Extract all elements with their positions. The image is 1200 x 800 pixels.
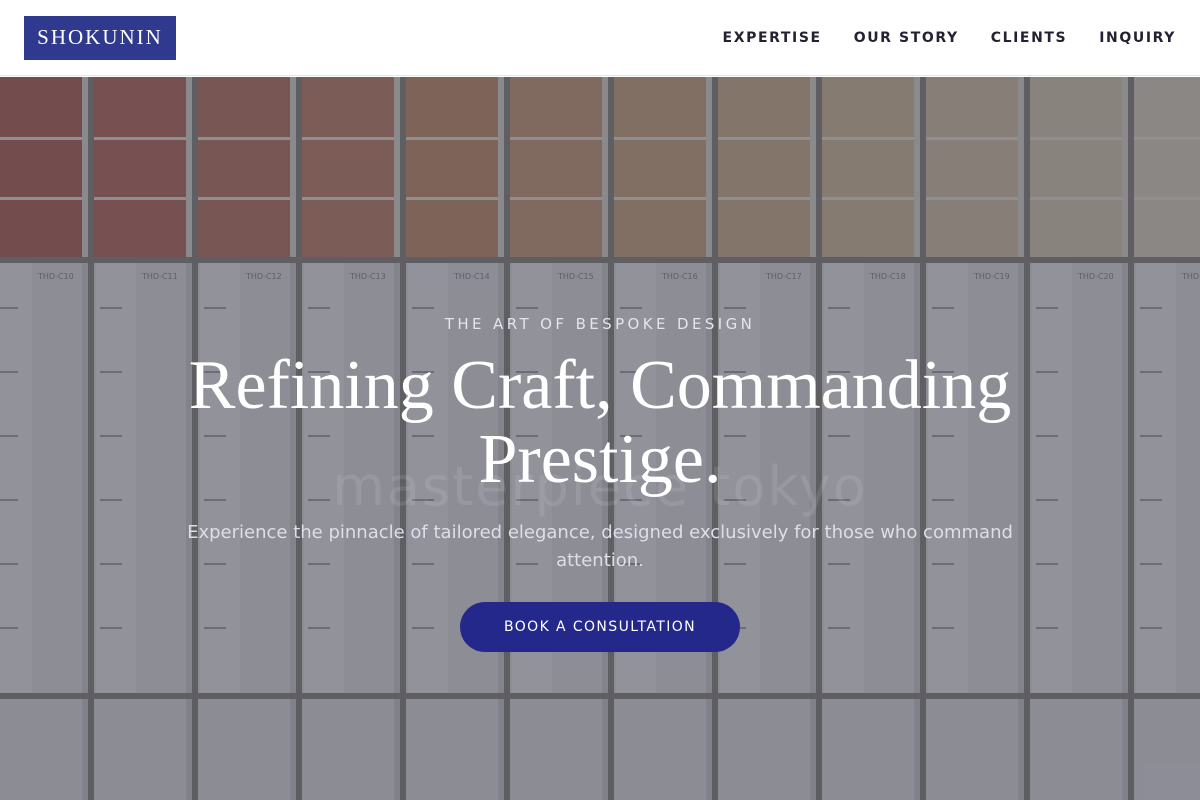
nav-item-inquiry[interactable]: INQUIRY [1099, 30, 1176, 46]
hero-watermark: masterpiece tokyo [332, 455, 868, 518]
brand-logo[interactable]: SHOKUNIN [24, 15, 176, 60]
hero-content: THE ART OF BESPOKE DESIGN Refining Craft… [0, 77, 1200, 800]
nav-item-clients[interactable]: CLIENTS [991, 30, 1068, 46]
hero-eyebrow: THE ART OF BESPOKE DESIGN [444, 315, 756, 333]
site-header: SHOKUNIN EXPERTISE OUR STORY CLIENTS INQ… [0, 0, 1200, 76]
book-consultation-button[interactable]: BOOK A CONSULTATION [460, 602, 740, 652]
nav-item-our-story[interactable]: OUR STORY [854, 30, 959, 46]
nav-item-expertise[interactable]: EXPERTISE [723, 30, 822, 46]
hero-section: THD-C10THD-C11THD-C12THD-C13THD-C14THD-C… [0, 77, 1200, 800]
hero-subtext: Experience the pinnacle of tailored eleg… [187, 522, 1013, 571]
main-nav: EXPERTISE OUR STORY CLIENTS INQUIRY [723, 30, 1176, 46]
